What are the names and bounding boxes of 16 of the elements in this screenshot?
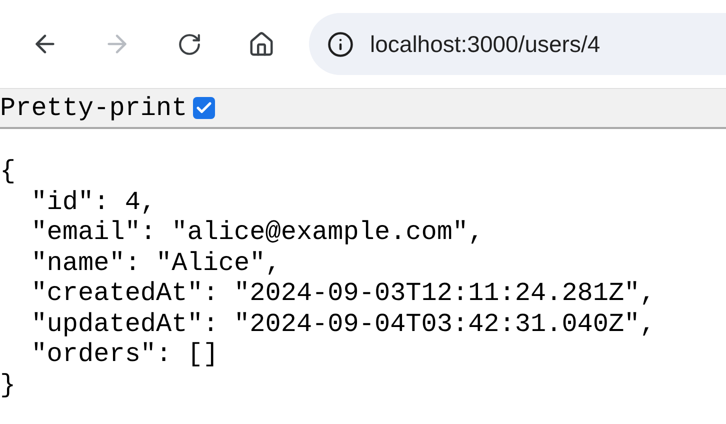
home-icon xyxy=(248,30,274,58)
site-info-button[interactable] xyxy=(327,30,354,58)
json-line: "orders": [] xyxy=(30,339,220,370)
info-icon xyxy=(327,30,354,58)
json-line: "createdAt": "2024-09-03T12:11:24.281Z", xyxy=(30,278,656,308)
json-line: "email": "alice@example.com", xyxy=(30,217,485,248)
json-line: "name": "Alice", xyxy=(30,248,282,278)
json-line: "id": 4, xyxy=(30,186,158,217)
json-line: "updatedAt": "2024-09-04T03:42:31.040Z", xyxy=(30,308,656,339)
pretty-print-label: Pretty-print xyxy=(0,93,188,123)
reload-icon xyxy=(176,32,202,56)
pretty-print-checkbox[interactable] xyxy=(193,97,216,119)
address-bar[interactable]: localhost:3000/users/4 xyxy=(309,13,726,75)
json-line: { xyxy=(0,156,17,186)
url-text: localhost:3000/users/4 xyxy=(370,30,600,58)
json-line: } xyxy=(0,370,17,400)
